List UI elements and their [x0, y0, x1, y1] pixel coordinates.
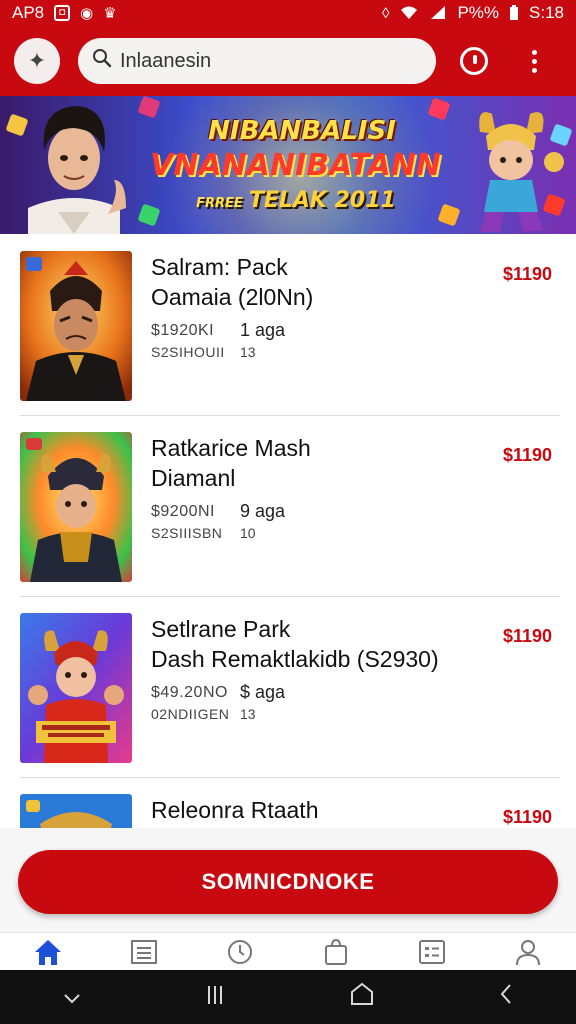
app-logo-button[interactable]: ✦	[14, 38, 60, 84]
banner-title: NIBANBALISI	[208, 116, 396, 146]
system-nav-bar	[0, 970, 576, 1024]
list-item[interactable]: Salram: Pack Oamaia (2l0Nn) $1920KI S2SI…	[0, 234, 576, 416]
item-meta-code: S2SIIISBN	[151, 525, 223, 541]
item-name-line1: Releonra Rtaath	[151, 797, 319, 823]
item-name-line1: Salram: Pack	[151, 254, 288, 280]
home-icon	[35, 939, 61, 965]
item-meta-code: S2SIHOUII	[151, 344, 225, 360]
cta-container: SOMNICDNOKE	[0, 828, 576, 932]
list-item[interactable]: Releonra Rtaath $1190	[0, 777, 576, 828]
item-age: 1 aga	[240, 320, 286, 340]
banner-tagline-main: TELAK 2011	[248, 188, 396, 213]
nav-home[interactable]	[28, 934, 68, 970]
messenger-icon: ◉	[80, 5, 94, 22]
item-thumbnail	[20, 251, 132, 401]
gem-decoration	[137, 96, 161, 119]
item-name-line2: Dash Remaktlakidb (S2930)	[151, 646, 439, 672]
search-circle-icon	[460, 47, 488, 75]
nav-list[interactable]	[124, 934, 164, 970]
carrier-label: AP8	[12, 3, 45, 22]
item-price[interactable]: $1190	[503, 264, 552, 285]
banner-subtitle: VNANANIBATANN	[150, 148, 441, 183]
battery-icon	[509, 5, 519, 21]
item-thumbnail	[20, 794, 132, 828]
item-price[interactable]: $1190	[503, 626, 552, 647]
item-thumbnail	[20, 613, 132, 763]
back-arrow-icon	[500, 983, 511, 1004]
search-input[interactable]: Inlaanesin	[78, 38, 436, 84]
item-name-line1: Ratkarice Mash	[151, 435, 311, 461]
item-age: $ aga	[240, 682, 286, 702]
item-meta-price: $9200NI	[151, 503, 215, 520]
item-price[interactable]: $1190	[503, 807, 552, 828]
item-name-line2: Diamanl	[151, 465, 236, 491]
item-age-sub: 13	[240, 706, 256, 722]
system-home-button[interactable]	[349, 982, 375, 1013]
nav-bag[interactable]	[316, 934, 356, 970]
item-name: Setlrane Park Dash Remaktlakidb (S2930)	[151, 614, 491, 674]
item-meta-code: 02NDIIGEN	[151, 706, 230, 722]
crown-icon: ♛	[103, 5, 117, 22]
system-back-button[interactable]	[498, 982, 514, 1013]
item-name: Releonra Rtaath	[151, 795, 491, 825]
item-meta-price: $1920KI	[151, 322, 215, 339]
bag-icon	[325, 938, 347, 965]
status-left: AP8 ◘ ◉ ♛	[12, 3, 117, 23]
item-thumbnail	[20, 432, 132, 582]
search-button[interactable]	[452, 39, 496, 83]
more-menu-button[interactable]	[512, 39, 556, 83]
hero-character-right	[479, 112, 564, 232]
profile-icon	[516, 939, 540, 965]
battery-percent: P%%	[457, 3, 500, 22]
nav-profile[interactable]	[508, 934, 548, 970]
item-name-line1: Setlrane Park	[151, 616, 291, 642]
home-outline-icon	[350, 982, 373, 1005]
item-age-sub: 13	[240, 344, 256, 360]
hero-character-left	[28, 106, 126, 234]
list-icon	[131, 939, 157, 964]
top-app-bar: ✦ Inlaanesin	[0, 26, 576, 96]
list-item[interactable]: Ratkarice Mash Diamanl $9200NI S2SIIISBN…	[0, 415, 576, 597]
recents-icon	[208, 985, 223, 1004]
bottom-nav	[0, 932, 576, 970]
promo-banner[interactable]: NIBANBALISI VNANANIBATANN FRREE TELAK 201…	[0, 96, 576, 234]
pack-list: Salram: Pack Oamaia (2l0Nn) $1920KI S2SI…	[0, 234, 576, 828]
status-bar: AP8 ◘ ◉ ♛ ◊ P%% S:18	[0, 0, 576, 26]
item-price[interactable]: $1190	[503, 445, 552, 466]
chevron-down-icon	[64, 993, 80, 1003]
search-icon	[92, 48, 112, 74]
notification-icon: ◘	[54, 5, 71, 21]
nav-card[interactable]	[412, 934, 452, 970]
item-meta-price: $49.20NO	[151, 684, 228, 701]
wifi-icon	[399, 5, 419, 21]
item-name-line2: Oamaia (2l0Nn)	[151, 284, 314, 310]
system-recents-button[interactable]	[205, 982, 225, 1013]
alarm-icon: ◊	[382, 4, 390, 22]
signal-icon	[429, 5, 447, 21]
banner-tagline-small: FRREE	[196, 196, 243, 211]
search-value: Inlaanesin	[120, 49, 212, 72]
clock-time: S:18	[529, 3, 564, 22]
card-icon	[419, 939, 445, 964]
status-right: ◊ P%% S:18	[382, 3, 564, 23]
primary-action-button[interactable]: SOMNICDNOKE	[18, 850, 558, 914]
item-age: 9 aga	[240, 501, 286, 521]
kebab-icon	[531, 49, 537, 73]
item-age-sub: 10	[240, 525, 256, 541]
item-name: Salram: Pack Oamaia (2l0Nn)	[151, 252, 491, 312]
list-item[interactable]: Setlrane Park Dash Remaktlakidb (S2930) …	[0, 596, 576, 778]
item-name: Ratkarice Mash Diamanl	[151, 433, 491, 493]
clock-icon	[228, 939, 252, 964]
star-logo-icon: ✦	[27, 48, 47, 73]
banner-tagline: FRREE TELAK 2011	[176, 188, 416, 213]
nav-history[interactable]	[220, 934, 260, 970]
system-dropdown-button[interactable]	[62, 982, 82, 1013]
